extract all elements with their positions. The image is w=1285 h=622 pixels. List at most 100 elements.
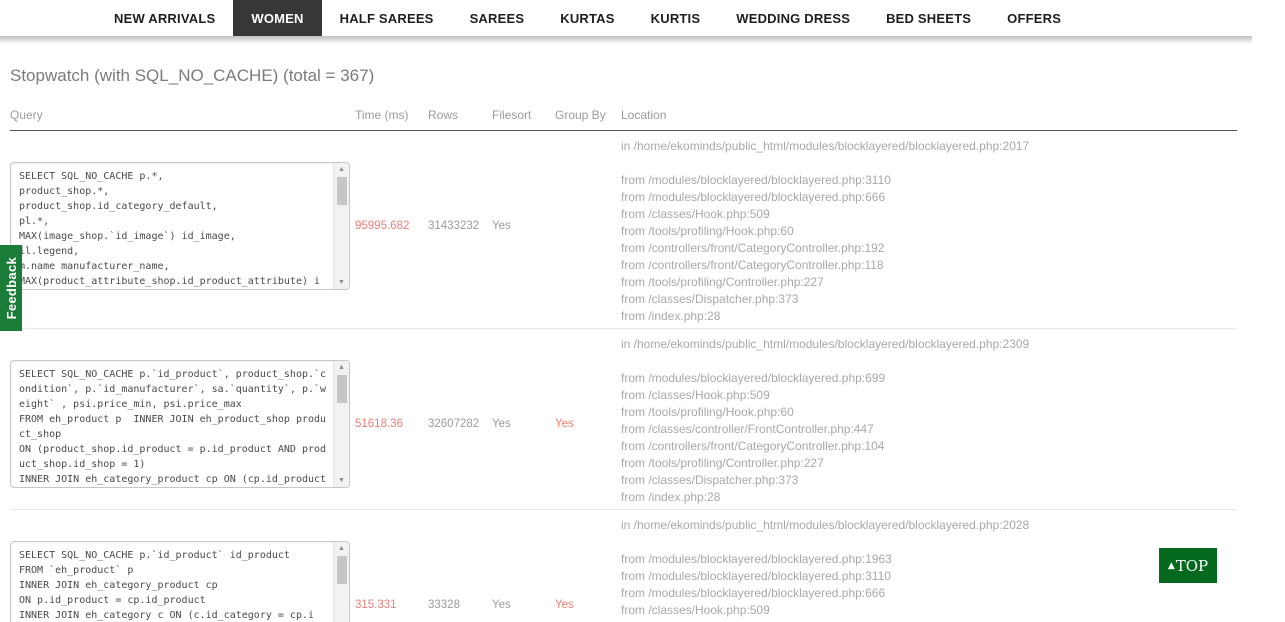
- groupby-cell: [555, 138, 621, 325]
- sql-query-textarea[interactable]: SELECT SQL_NO_CACHE p.`id_product`, prod…: [10, 360, 350, 488]
- time-cell: 315.331: [355, 517, 428, 622]
- filesort-value: Yes: [492, 418, 511, 430]
- table-row: SELECT SQL_NO_CACHE p.`id_product`, prod…: [10, 329, 1237, 510]
- sql-query-text: SELECT SQL_NO_CACHE p.`id_product`, prod…: [19, 369, 327, 485]
- nav-item-women[interactable]: WOMEN: [233, 0, 322, 36]
- nav-item-wedding-dress[interactable]: WEDDING DRESS: [718, 0, 868, 36]
- location-from-line: from /modules/blocklayered/blocklayered.…: [621, 569, 891, 583]
- sql-query-text: SELECT SQL_NO_CACHE p.`id_product` id_pr…: [19, 550, 315, 621]
- filesort-cell: Yes: [492, 517, 555, 622]
- location-from-line: from /tools/profiling/Hook.php:60: [621, 224, 794, 238]
- top-button-label: TOP: [1175, 556, 1209, 575]
- location-from-line: from /tools/profiling/Controller.php:227: [621, 456, 824, 470]
- time-cell: 95995.682: [355, 138, 428, 325]
- nav-item-offers[interactable]: OFFERS: [989, 0, 1079, 36]
- nav-item-kurtis[interactable]: KURTIS: [633, 0, 719, 36]
- feedback-tab[interactable]: Feedback: [0, 245, 22, 331]
- location-from-line: from /classes/controller/FrontController…: [621, 422, 874, 436]
- location-from-line: from /tools/profiling/Controller.php:227: [621, 275, 824, 289]
- table-header-row: Query Time (ms) Rows Filesort Group By L…: [10, 108, 1237, 131]
- scroll-down-icon[interactable]: ▼: [338, 277, 345, 288]
- page-title: Stopwatch (with SQL_NO_CACHE) (total = 3…: [10, 66, 375, 85]
- location-in-line: in /home/ekominds/public_html/modules/bl…: [621, 518, 1030, 532]
- time-cell: 51618.36: [355, 336, 428, 506]
- column-header-query: Query: [10, 108, 43, 122]
- location-from-line: from /classes/Hook.php:509: [621, 207, 770, 221]
- groupby-value: Yes: [555, 599, 574, 611]
- location-from-line: from /modules/blocklayered/blocklayered.…: [621, 371, 886, 385]
- location-from-line: from /classes/Hook.php:509: [621, 603, 770, 617]
- location-cell: in /home/ekominds/public_html/modules/bl…: [621, 138, 1237, 325]
- nav-bottom-shadow: [0, 36, 1252, 44]
- table-row: SELECT SQL_NO_CACHE p.`id_product` id_pr…: [10, 510, 1237, 622]
- nav-item-half-sarees[interactable]: HALF SAREES: [322, 0, 452, 36]
- query-cell: SELECT SQL_NO_CACHE p.*, product_shop.*,…: [10, 138, 355, 325]
- main-navigation: NEW ARRIVALS WOMEN HALF SAREES SAREES KURTAS…: [0, 0, 1285, 36]
- location-from-line: from /controllers/front/CategoryControll…: [621, 258, 884, 272]
- textarea-scrollbar[interactable]: ▲ ▼: [333, 163, 349, 289]
- scroll-down-icon[interactable]: ▼: [338, 475, 345, 486]
- rows-cell: 32607282: [428, 336, 492, 506]
- nav-item-sarees[interactable]: SAREES: [452, 0, 543, 36]
- location-from-line: from /index.php:28: [621, 490, 721, 504]
- sql-query-textarea[interactable]: SELECT SQL_NO_CACHE p.`id_product` id_pr…: [10, 541, 350, 622]
- filesort-cell: Yes: [492, 336, 555, 506]
- nav-item-new-arrivals[interactable]: NEW ARRIVALS: [96, 0, 233, 36]
- location-from-line: from /classes/Hook.php:509: [621, 388, 770, 402]
- column-header-time: Time (ms): [355, 108, 409, 122]
- location-from-line: from /controllers/front/CategoryControll…: [621, 241, 885, 255]
- nav-item-bed-sheets[interactable]: BED SHEETS: [868, 0, 989, 36]
- location-in-line: in /home/ekominds/public_html/modules/bl…: [621, 337, 1030, 351]
- column-header-location: Location: [621, 108, 667, 122]
- location-from-line: from /modules/blocklayered/blocklayered.…: [621, 190, 886, 204]
- location-in-line: in /home/ekominds/public_html/modules/bl…: [621, 139, 1030, 153]
- textarea-scrollbar[interactable]: ▲ ▼: [333, 542, 349, 622]
- scroll-up-icon[interactable]: ▲: [338, 164, 345, 175]
- filesort-value: Yes: [492, 599, 511, 611]
- location-from-line: from /modules/blocklayered/blocklayered.…: [621, 552, 892, 566]
- column-header-filesort: Filesort: [492, 108, 532, 122]
- scroll-up-icon[interactable]: ▲: [338, 362, 345, 373]
- query-rows: SELECT SQL_NO_CACHE p.*, product_shop.*,…: [10, 131, 1237, 622]
- scroll-up-icon[interactable]: ▲: [338, 543, 345, 554]
- filesort-cell: Yes: [492, 138, 555, 325]
- scrollbar-thumb[interactable]: [336, 375, 347, 403]
- table-row: SELECT SQL_NO_CACHE p.*, product_shop.*,…: [10, 131, 1237, 329]
- nav-item-kurtas[interactable]: KURTAS: [542, 0, 632, 36]
- location-from-line: from /tools/profiling/Hook.php:60: [621, 405, 794, 419]
- location-from-line: from /classes/Dispatcher.php:373: [621, 473, 799, 487]
- time-value: 51618.36: [355, 418, 403, 430]
- feedback-tab-label: Feedback: [3, 256, 19, 320]
- time-value: 315.331: [355, 599, 397, 611]
- groupby-cell: Yes: [555, 517, 621, 622]
- profiler-content: Stopwatch (with SQL_NO_CACHE) (total = 3…: [0, 66, 1285, 622]
- location-from-line: from /classes/Dispatcher.php:373: [621, 292, 799, 306]
- filesort-value: Yes: [492, 220, 511, 232]
- rows-cell: 33328: [428, 517, 492, 622]
- time-value: 95995.682: [355, 220, 410, 232]
- groupby-cell: Yes: [555, 336, 621, 506]
- location-cell: in /home/ekominds/public_html/modules/bl…: [621, 517, 1237, 622]
- rows-cell: 31433232: [428, 138, 492, 325]
- rows-value: 31433232: [428, 220, 480, 232]
- scroll-to-top-button[interactable]: ▲ TOP: [1159, 548, 1217, 583]
- query-cell: SELECT SQL_NO_CACHE p.`id_product` id_pr…: [10, 517, 355, 622]
- textarea-scrollbar[interactable]: ▲ ▼: [333, 361, 349, 487]
- location-cell: in /home/ekominds/public_html/modules/bl…: [621, 336, 1237, 506]
- location-from-lines: from /modules/blocklayered/blocklayered.…: [621, 370, 1237, 506]
- sql-query-text: SELECT SQL_NO_CACHE p.*, product_shop.*,…: [19, 171, 321, 287]
- location-from-lines: from /modules/blocklayered/blocklayered.…: [621, 551, 1237, 622]
- rows-value: 33328: [428, 599, 460, 611]
- caret-up-icon: ▲: [1167, 560, 1175, 571]
- location-from-line: from /index.php:28: [621, 309, 721, 323]
- query-cell: SELECT SQL_NO_CACHE p.`id_product`, prod…: [10, 336, 355, 506]
- location-from-line: from /modules/blocklayered/blocklayered.…: [621, 173, 891, 187]
- scrollbar-thumb[interactable]: [336, 556, 347, 584]
- column-header-groupby: Group By: [555, 108, 606, 122]
- sql-query-textarea[interactable]: SELECT SQL_NO_CACHE p.*, product_shop.*,…: [10, 162, 350, 290]
- groupby-value: Yes: [555, 418, 574, 430]
- location-from-line: from /controllers/front/CategoryControll…: [621, 439, 885, 453]
- column-header-rows: Rows: [428, 108, 459, 122]
- scrollbar-thumb[interactable]: [336, 177, 347, 205]
- location-from-lines: from /modules/blocklayered/blocklayered.…: [621, 172, 1237, 325]
